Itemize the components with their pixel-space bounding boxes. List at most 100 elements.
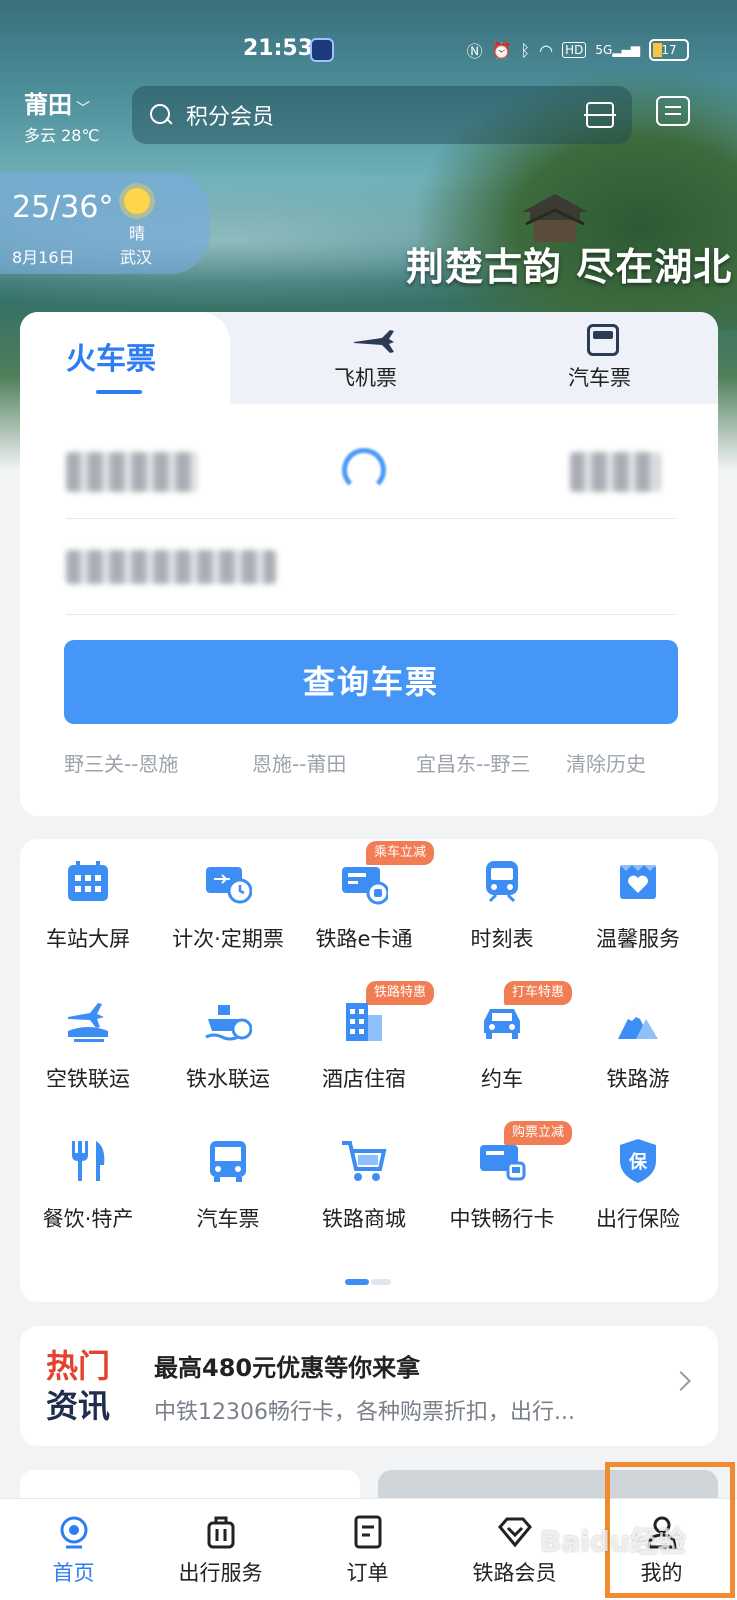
badge-line-2: 资讯: [46, 1387, 111, 1425]
search-icon: [148, 102, 174, 128]
search-tickets-button[interactable]: 查询车票: [64, 640, 678, 724]
service-ride[interactable]: 打车特惠 约车: [434, 981, 573, 1105]
arrival-station[interactable]: [570, 452, 660, 492]
ticket-tabs: 火车票 飞机票 汽车票: [20, 312, 718, 404]
service-label: 酒店住宿: [322, 1067, 406, 1091]
watermark: Baidu经验: [540, 1525, 686, 1558]
news-subtitle: 中铁12306畅行卡，各种购票折扣，出行...: [154, 1400, 575, 1425]
service-station-screen[interactable]: 车站大屏: [20, 841, 156, 965]
notification-app-icon: [310, 38, 334, 62]
message-icon[interactable]: [656, 96, 690, 126]
weather-card[interactable]: 25/36° 晴 8月16日 武汉: [0, 172, 210, 274]
tab-underline: [96, 390, 142, 394]
nav-label: 首页: [52, 1561, 95, 1585]
nfc-icon: Ⓝ: [466, 42, 483, 61]
nav-home[interactable]: 首页: [0, 1499, 147, 1600]
search-bar[interactable]: 积分会员: [132, 86, 632, 144]
calendar-grid-icon: [68, 861, 108, 901]
service-label: 汽车票: [196, 1207, 260, 1231]
order-icon: [354, 1515, 382, 1549]
scan-icon[interactable]: [584, 102, 616, 128]
service-bus[interactable]: 汽车票: [160, 1121, 296, 1245]
service-mall[interactable]: 铁路商城: [296, 1121, 432, 1245]
card-icon: [342, 867, 388, 905]
tab-train[interactable]: 火车票: [66, 334, 156, 378]
ticket-clock-icon: [206, 867, 252, 904]
shield-icon: 保: [620, 1139, 656, 1183]
service-air-rail[interactable]: 空铁联运: [20, 981, 156, 1105]
service-rail-water[interactable]: 铁水联运: [160, 981, 296, 1105]
history-item[interactable]: 宜昌东--野三: [416, 748, 530, 777]
fork-knife-icon: [72, 1141, 105, 1181]
location-selector[interactable]: 莆田 ﹀ 多云 28℃: [24, 85, 99, 146]
service-label: 约车: [481, 1067, 523, 1091]
hot-news-card[interactable]: 热门 资讯 最高480元优惠等你来拿 中铁12306畅行卡，各种购票折扣，出行.…: [20, 1326, 718, 1446]
status-icons: Ⓝ ⏰ ᛒ ◠ HD 5G▂▄▆ 17: [467, 38, 689, 62]
service-periodic-ticket[interactable]: 计次·定期票: [160, 841, 296, 965]
page-dot: [371, 1279, 391, 1285]
service-label: 时刻表: [470, 927, 534, 951]
news-title: 最高480元优惠等你来拿: [154, 1354, 421, 1382]
heart-box-icon: [620, 865, 656, 899]
nav-label: 出行服务: [178, 1561, 263, 1585]
current-weather: 多云 28℃: [24, 126, 100, 145]
bluetooth-icon: ᛒ: [520, 40, 531, 60]
alarm-icon: ⏰: [491, 40, 512, 60]
service-ecard[interactable]: 乘车立减 铁路e卡通: [296, 841, 435, 965]
nav-label: 铁路会员: [472, 1561, 557, 1585]
service-label: 铁水联运: [186, 1067, 270, 1091]
tab-bus[interactable]: 汽车票: [568, 362, 631, 392]
badge-line-1: 热门: [46, 1347, 111, 1385]
tab-plane[interactable]: 飞机票: [334, 362, 397, 392]
page-indicator: [345, 1279, 393, 1285]
service-label: 中铁畅行卡: [449, 1207, 555, 1231]
plane-train-icon: [68, 1003, 108, 1042]
history-item[interactable]: 野三关--恩施: [64, 748, 178, 777]
chevron-down-icon: ﹀: [76, 101, 90, 117]
service-label: 出行保险: [596, 1207, 680, 1231]
swap-stations-button[interactable]: [338, 444, 392, 494]
service-timetable[interactable]: 时刻表: [434, 841, 570, 965]
departure-station[interactable]: [66, 452, 198, 492]
service-rail-card[interactable]: 购票立减 中铁畅行卡: [434, 1121, 573, 1245]
search-history: 野三关--恩施 恩施--莆田 宜昌东--野三 清除历史: [64, 748, 678, 778]
city-name: 莆田: [24, 91, 72, 119]
hot-news-badge: 热门 资讯: [46, 1346, 126, 1426]
weather-temp-range: 25/36°: [12, 190, 114, 225]
departure-date[interactable]: [66, 550, 276, 584]
signal-icon: 5G▂▄▆: [595, 43, 640, 57]
sun-icon: [124, 188, 150, 214]
svg-text:保: 保: [628, 1151, 648, 1173]
cart-icon: [342, 1141, 387, 1181]
service-insurance[interactable]: 保 出行保险: [570, 1121, 706, 1245]
mountain-icon: [618, 1007, 658, 1039]
banner-slogan: 荆楚古韵 尽在湖北: [406, 244, 733, 289]
diamond-icon: [498, 1517, 532, 1548]
luggage-icon: [207, 1516, 235, 1549]
battery-icon: 17: [649, 39, 689, 61]
status-bar: 21:53 Ⓝ ⏰ ᛒ ◠ HD 5G▂▄▆ 17: [0, 30, 737, 70]
train-front-icon: [486, 861, 518, 903]
service-label: 温馨服务: [596, 927, 680, 951]
hotel-icon: [346, 1003, 382, 1041]
bus-icon: [210, 1141, 246, 1182]
service-care[interactable]: 温馨服务: [570, 841, 706, 965]
wifi-icon: ◠: [539, 40, 554, 60]
search-placeholder: 积分会员: [186, 105, 275, 130]
clear-history-button[interactable]: 清除历史: [566, 748, 646, 777]
ship-icon: [205, 1005, 252, 1041]
service-label: 计次·定期票: [172, 927, 284, 951]
bus-tab-icon: [587, 324, 619, 356]
nav-label: 订单: [346, 1561, 389, 1585]
nav-travel-services[interactable]: 出行服务: [147, 1499, 294, 1600]
service-label: 空铁联运: [46, 1067, 130, 1091]
signal-label: 5G: [595, 43, 613, 57]
service-food[interactable]: 餐饮·特产: [20, 1121, 156, 1245]
page-dot-active: [345, 1279, 369, 1285]
nav-orders[interactable]: 订单: [294, 1499, 441, 1600]
history-item[interactable]: 恩施--莆田: [252, 748, 346, 777]
service-label: 铁路e卡通: [315, 927, 413, 951]
car-icon: [484, 1009, 520, 1039]
service-hotel[interactable]: 铁路特惠 酒店住宿: [296, 981, 435, 1105]
service-rail-tour[interactable]: 铁路游: [570, 981, 706, 1105]
